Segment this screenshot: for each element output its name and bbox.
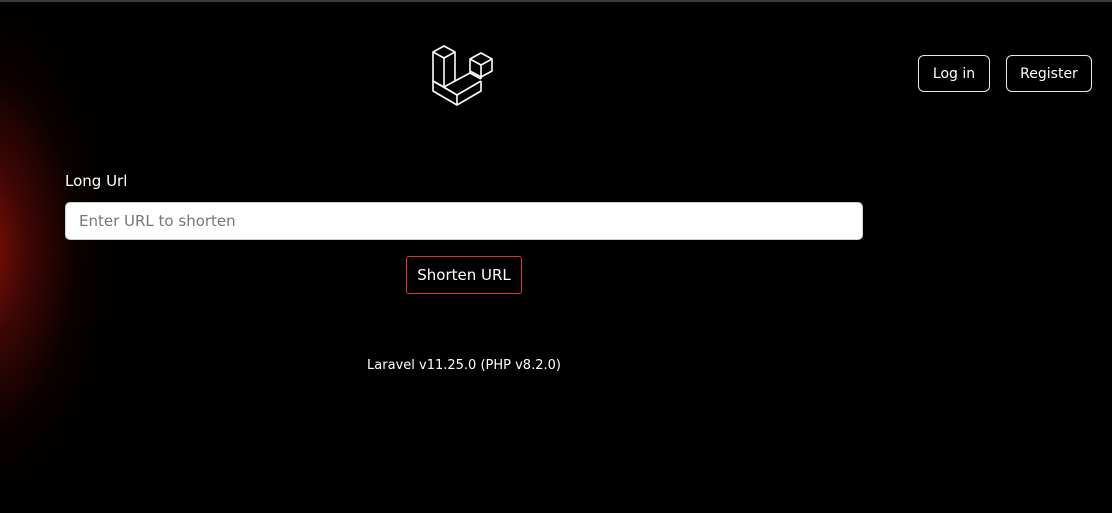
url-input[interactable] [65,202,863,240]
laravel-logo-icon [432,45,493,106]
login-button[interactable]: Log in [918,55,990,92]
page: Log in Register Long Url Shorten URL Lar… [0,0,1112,513]
version-text: Laravel v11.25.0 (PHP v8.2.0) [367,358,561,373]
register-button[interactable]: Register [1006,55,1092,92]
shorten-url-button[interactable]: Shorten URL [406,256,522,294]
top-border [0,0,1112,2]
long-url-label: Long Url [65,172,128,190]
